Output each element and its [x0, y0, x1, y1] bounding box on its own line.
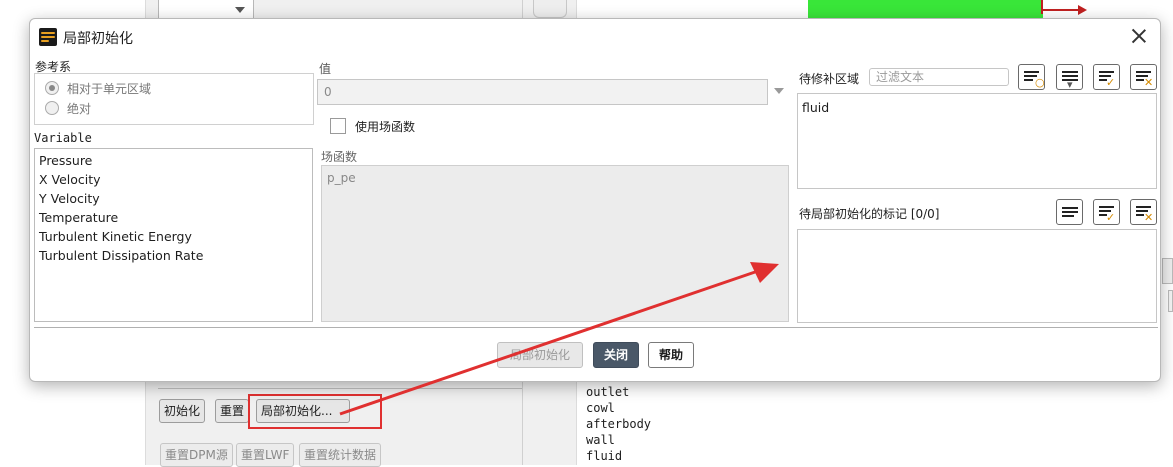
annotation-arrow — [339, 262, 779, 416]
